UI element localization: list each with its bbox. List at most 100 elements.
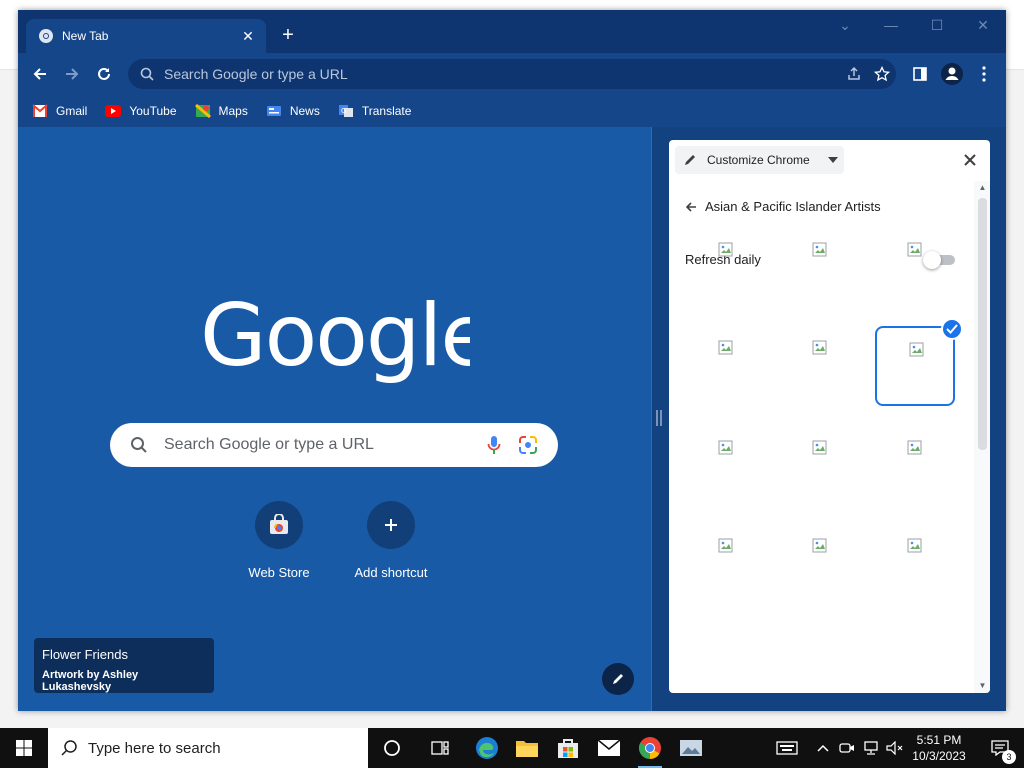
customize-pencil-button[interactable] [602,663,634,695]
shortcut-label: Web Store [248,565,310,580]
background-tile[interactable] [686,426,766,506]
panel-body: Asian & Pacific Islander Artists Refresh… [669,181,974,693]
profile-icon[interactable] [940,62,964,86]
bookmark-news[interactable]: News [266,104,320,118]
reload-icon[interactable] [92,62,116,86]
bookmark-maps[interactable]: Maps [194,104,248,118]
chevron-down-icon[interactable]: ⌄ [822,10,868,40]
bookmark-label: News [289,104,320,118]
background-tile[interactable] [875,228,955,308]
background-tile[interactable] [875,426,955,506]
background-tile[interactable] [686,326,766,406]
minimize-icon[interactable]: — [868,10,914,40]
broken-image-icon [718,538,733,553]
search-icon [131,437,147,453]
bookmark-label: Gmail [56,104,88,118]
chrome-icon[interactable] [630,728,670,768]
maps-icon [194,104,211,118]
taskbar: Type here to search 5:51 PM 10/3/2023 3 [0,728,1024,768]
close-icon[interactable]: ✕ [960,10,1006,40]
meet-now-icon[interactable] [836,728,858,768]
scroll-down-icon[interactable]: ▼ [978,681,987,691]
volume-muted-icon[interactable] [884,728,906,768]
mail-icon[interactable] [589,728,629,768]
bookmark-label: Translate [361,104,412,118]
broken-image-icon [718,242,733,257]
background-tile[interactable] [875,318,963,406]
bookmark-translate[interactable]: G Translate [338,104,412,118]
bookmark-star-icon[interactable] [868,60,896,88]
close-icon[interactable]: ✕ [240,28,256,44]
background-attribution[interactable]: Flower Friends Artwork by Ashley Lukashe… [34,638,214,693]
resize-handle[interactable] [656,410,662,426]
dropdown-label: Customize Chrome [707,153,810,167]
broken-image-icon [718,440,733,455]
close-icon[interactable] [960,150,980,170]
window-controls: ⌄ — ☐ ✕ [822,10,1006,42]
back-to-categories[interactable]: Asian & Pacific Islander Artists [685,199,881,214]
toolbar: Search Google or type a URL [18,53,1006,95]
broken-image-icon [909,342,924,357]
gmail-icon [32,104,48,117]
google-lens-icon[interactable] [514,431,542,459]
customize-chrome-dropdown[interactable]: Customize Chrome [675,146,844,174]
broken-image-icon [907,440,922,455]
google-logo: Google [200,287,470,386]
background-tile[interactable] [780,228,860,308]
back-arrow-icon[interactable] [28,62,52,86]
background-tile[interactable] [780,326,860,406]
youtube-icon [105,105,122,117]
bookmark-label: YouTube [129,104,177,118]
shortcut-label: Add shortcut [354,565,428,580]
chrome-window: New Tab ✕ + ⌄ — ☐ ✕ Search Google or typ… [18,10,1006,711]
more-vert-icon[interactable] [972,62,996,86]
bookmarks-bar: Gmail YouTube Maps News G Translate [18,95,1006,127]
system-clock[interactable]: 5:51 PM 10/3/2023 [906,732,972,764]
cortana-icon[interactable] [372,728,412,768]
store-icon[interactable] [548,728,588,768]
edge-icon[interactable] [467,728,507,768]
ntp-search-box[interactable]: Search Google or type a URL [110,423,558,467]
background-tile[interactable] [780,524,860,604]
bookmark-youtube[interactable]: YouTube [105,104,177,118]
background-tile[interactable] [686,524,766,604]
tab-new-tab[interactable]: New Tab ✕ [26,19,266,53]
broken-image-icon [812,242,827,257]
customize-chrome-panel: Customize Chrome Asian & Pacific Islande… [669,140,990,693]
collection-title: Asian & Pacific Islander Artists [705,199,881,214]
bookmark-label: Maps [218,104,248,118]
notification-center-icon[interactable]: 3 [980,728,1020,768]
new-tab-button[interactable]: + [276,24,300,48]
keyboard-icon[interactable] [772,728,802,768]
shortcut-add[interactable]: Add shortcut [335,501,447,591]
plus-icon [367,501,415,549]
network-icon[interactable] [860,728,882,768]
web-store-icon [255,501,303,549]
scroll-thumb[interactable] [978,198,987,450]
bookmark-gmail[interactable]: Gmail [32,104,87,118]
panel-scrollbar[interactable]: ▲ ▼ [974,181,990,693]
side-panel-icon[interactable] [908,62,932,86]
windows-start-icon[interactable] [0,728,48,768]
background-tile[interactable] [875,524,955,604]
pencil-icon [685,155,695,165]
panel-header: Customize Chrome [669,140,990,181]
microphone-icon[interactable] [480,431,508,459]
photos-icon[interactable] [671,728,711,768]
maximize-icon[interactable]: ☐ [914,10,960,40]
chevron-up-icon[interactable] [812,728,834,768]
file-explorer-icon[interactable] [507,728,547,768]
share-icon[interactable] [840,60,868,88]
omnibox[interactable]: Search Google or type a URL [128,59,896,89]
background-tile[interactable] [780,426,860,506]
search-icon [61,740,77,756]
shortcut-web-store[interactable]: Web Store [223,501,335,591]
taskbar-search[interactable]: Type here to search [48,728,368,768]
background-tile[interactable] [686,228,766,308]
scroll-up-icon[interactable]: ▲ [978,183,987,193]
broken-image-icon [812,440,827,455]
forward-arrow-icon[interactable] [60,62,84,86]
svg-text:G: G [341,107,346,115]
task-view-icon[interactable] [420,728,460,768]
translate-icon: G [338,105,353,117]
